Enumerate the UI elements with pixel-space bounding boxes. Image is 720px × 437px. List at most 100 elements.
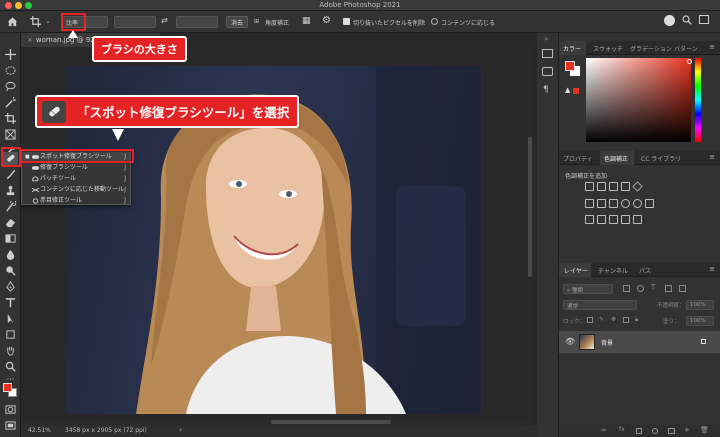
flyout-item-red-eye[interactable]: 赤目修正ツール J bbox=[22, 196, 130, 206]
vertical-scrollbar[interactable] bbox=[527, 47, 533, 421]
layer-row-background[interactable]: 👁︎ 背景 bbox=[559, 331, 720, 353]
history-brush-icon[interactable] bbox=[3, 200, 18, 213]
tab-color[interactable]: カラー bbox=[563, 44, 581, 53]
gradient-map-icon[interactable] bbox=[633, 215, 642, 224]
panel-foreground-swatch[interactable] bbox=[565, 61, 575, 71]
horizontal-scroll-thumb[interactable] bbox=[271, 420, 391, 424]
add-mask-icon[interactable] bbox=[636, 428, 642, 434]
brightness-icon[interactable] bbox=[585, 182, 594, 191]
quick-mask-icon[interactable] bbox=[3, 403, 18, 416]
delete-cropped-checkbox[interactable] bbox=[343, 18, 350, 25]
type-tool-icon[interactable] bbox=[3, 296, 18, 309]
workspace-icon[interactable] bbox=[699, 15, 709, 24]
properties-panel-icon[interactable] bbox=[542, 67, 553, 76]
crop-tool-icon[interactable] bbox=[30, 16, 41, 29]
web-safe-swatch[interactable] bbox=[573, 88, 579, 94]
new-group-icon[interactable] bbox=[668, 428, 675, 434]
user-avatar-icon[interactable] bbox=[664, 15, 675, 26]
marquee-tool-icon[interactable] bbox=[3, 64, 18, 77]
lock-pixels-icon[interactable] bbox=[587, 317, 593, 323]
width-input[interactable] bbox=[114, 16, 156, 28]
panel-menu-icon[interactable]: ≡ bbox=[709, 43, 715, 51]
hue-saturation-icon[interactable] bbox=[585, 199, 594, 208]
tab-cc-libraries[interactable]: CC ライブラリ bbox=[641, 154, 681, 163]
flyout-item-healing-brush[interactable]: 修復ブラシツール J bbox=[22, 163, 130, 173]
color-lookup-icon[interactable] bbox=[645, 199, 654, 208]
swap-icon[interactable]: ⇄ bbox=[161, 16, 168, 25]
vertical-scroll-thumb[interactable] bbox=[528, 137, 532, 277]
foreground-color-swatch[interactable] bbox=[3, 383, 12, 392]
lock-paint-icon[interactable]: ✎ bbox=[599, 316, 604, 323]
grid-overlay-icon[interactable]: ▦ bbox=[302, 16, 311, 26]
tab-gradients[interactable]: グラデーション bbox=[630, 44, 672, 53]
pen-tool-icon[interactable] bbox=[3, 280, 18, 293]
magic-wand-icon[interactable] bbox=[3, 96, 18, 109]
clear-button[interactable]: 消去 bbox=[226, 16, 249, 28]
filter-adjust-icon[interactable] bbox=[637, 285, 644, 292]
filter-type-icon[interactable]: T bbox=[651, 283, 655, 291]
tab-close-icon[interactable]: × bbox=[27, 36, 33, 44]
posterize-icon[interactable] bbox=[597, 215, 606, 224]
blur-tool-icon[interactable] bbox=[3, 248, 18, 261]
straighten-icon[interactable]: ⊞ bbox=[254, 18, 259, 25]
visibility-eye-icon[interactable]: 👁︎ bbox=[565, 337, 575, 346]
move-tool-icon[interactable] bbox=[3, 48, 18, 61]
flyout-item-patch[interactable]: パッチツール J bbox=[22, 174, 130, 184]
path-selection-icon[interactable] bbox=[3, 312, 18, 325]
straighten-label[interactable]: 角度補正 bbox=[265, 18, 289, 27]
blend-mode-select[interactable]: 通常 bbox=[563, 300, 637, 310]
link-layers-icon[interactable]: ∞ bbox=[601, 426, 607, 434]
gamut-warning-icon[interactable]: ▲ bbox=[565, 86, 570, 94]
color-picker-field[interactable] bbox=[586, 58, 691, 142]
curves-icon[interactable] bbox=[609, 182, 618, 191]
layer-name[interactable]: 背景 bbox=[601, 338, 613, 347]
gradient-tool-icon[interactable] bbox=[3, 232, 18, 245]
layer-style-icon[interactable]: fx bbox=[619, 426, 625, 433]
filter-shape-icon[interactable] bbox=[665, 285, 672, 292]
color-picker-cursor[interactable] bbox=[687, 59, 692, 64]
zoom-tool-icon[interactable] bbox=[3, 360, 18, 373]
content-aware-checkbox[interactable] bbox=[431, 18, 438, 25]
photo-filter-icon[interactable] bbox=[621, 199, 630, 208]
new-adjustment-icon[interactable] bbox=[652, 428, 658, 434]
crop-icon[interactable] bbox=[3, 112, 18, 125]
gear-icon[interactable]: ⚙ bbox=[322, 15, 331, 26]
opacity-input[interactable]: 100% bbox=[686, 300, 714, 310]
height-input[interactable] bbox=[176, 16, 218, 28]
home-icon[interactable] bbox=[7, 16, 18, 29]
vibrance-icon[interactable] bbox=[632, 181, 643, 192]
stamp-tool-icon[interactable] bbox=[3, 184, 18, 197]
color-balance-icon[interactable] bbox=[597, 199, 606, 208]
tab-swatches[interactable]: スウォッチ bbox=[593, 44, 623, 53]
history-panel-icon[interactable] bbox=[542, 49, 553, 58]
black-white-icon[interactable] bbox=[609, 199, 618, 208]
tab-properties[interactable]: プロパティ bbox=[563, 154, 593, 163]
eraser-icon[interactable] bbox=[3, 216, 18, 229]
search-icon[interactable] bbox=[682, 15, 692, 27]
shape-tool-icon[interactable] bbox=[3, 328, 18, 341]
selective-color-icon[interactable] bbox=[621, 215, 630, 224]
lock-position-icon[interactable]: ✥ bbox=[611, 316, 616, 323]
layer-kind-filter[interactable]: ⌕ 種類 bbox=[563, 284, 613, 294]
delete-layer-icon[interactable]: 🗑︎ bbox=[700, 426, 709, 434]
tab-patterns[interactable]: パターン bbox=[674, 44, 698, 53]
lock-all-icon[interactable]: 🔒︎ bbox=[635, 316, 638, 324]
screen-mode-icon[interactable] bbox=[3, 419, 18, 432]
filter-pixel-icon[interactable] bbox=[623, 285, 630, 292]
panel-menu-icon[interactable]: ≡ bbox=[709, 265, 715, 273]
tab-adjustments[interactable]: 色調補正 bbox=[604, 154, 628, 163]
tab-paths[interactable]: パス bbox=[639, 266, 651, 275]
frame-tool-icon[interactable] bbox=[3, 128, 18, 141]
collapse-panels-icon[interactable]: » bbox=[544, 35, 548, 43]
lasso-tool-icon[interactable] bbox=[3, 80, 18, 93]
hand-tool-icon[interactable] bbox=[3, 344, 18, 357]
brush-tool-icon[interactable] bbox=[3, 168, 18, 181]
dodge-tool-icon[interactable] bbox=[3, 264, 18, 277]
lock-artboard-icon[interactable] bbox=[623, 317, 629, 323]
channel-mixer-icon[interactable] bbox=[633, 199, 642, 208]
threshold-icon[interactable] bbox=[609, 215, 618, 224]
status-chevron-icon[interactable]: › bbox=[179, 426, 182, 434]
paragraph-panel-icon[interactable]: ¶ bbox=[543, 85, 549, 95]
filter-smart-icon[interactable] bbox=[679, 285, 686, 292]
levels-icon[interactable] bbox=[597, 182, 606, 191]
